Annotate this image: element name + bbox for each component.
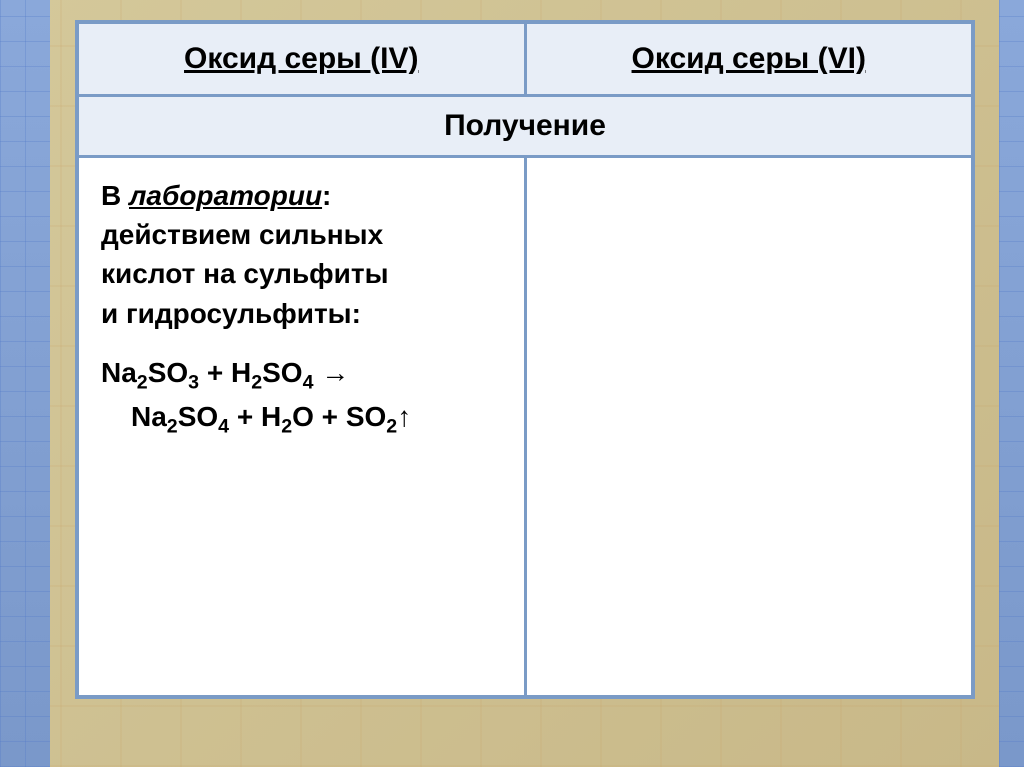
eq-sub3: 3 (188, 371, 199, 393)
header-sulfur-oxide-6: Оксид серы (VI) (525, 22, 973, 96)
eq2-plus1: + H (229, 401, 281, 432)
laboratory-label: лаборатории (129, 180, 322, 211)
eq-sub4: 4 (303, 371, 314, 393)
eq2-sub4: 4 (218, 415, 229, 437)
eq-so: SO (148, 357, 188, 388)
colon: : (322, 180, 331, 211)
eq-sub2b: 2 (251, 371, 262, 393)
eq2-o: O + SO (292, 401, 386, 432)
content-right-cell (525, 157, 973, 697)
lab-intro: В лаборатории: (101, 176, 502, 215)
eq-na: Na (101, 357, 137, 388)
table-content-row: В лаборатории: действием сильных кислот … (77, 157, 973, 697)
chemical-equation-line-1: Na2SO3 + H2SO4 → (101, 353, 502, 397)
in-prefix: В (101, 180, 129, 211)
eq2-sub2: 2 (167, 415, 178, 437)
content-left-cell: В лаборатории: действием сильных кислот … (77, 157, 525, 697)
description-line-1: действием сильных (101, 215, 502, 254)
description-line-2: кислот на сульфиты (101, 254, 502, 293)
eq-arrow: → (314, 357, 350, 388)
table-subheader-row: Получение (77, 96, 973, 157)
chemical-equation-line-2: Na2SO4 + H2O + SO2↑ (101, 397, 502, 441)
eq-sub2: 2 (137, 371, 148, 393)
main-table-container: Оксид серы (IV) Оксид серы (VI) Получени… (75, 20, 975, 699)
subheader-preparation: Получение (77, 96, 973, 157)
eq2-sub2c: 2 (386, 415, 397, 437)
eq-plus1: + H (199, 357, 251, 388)
eq2-na: Na (131, 401, 167, 432)
description-line-3: и гидросульфиты: (101, 294, 502, 333)
right-decoration-stripe (999, 0, 1024, 767)
table-header-row: Оксид серы (IV) Оксид серы (VI) (77, 22, 973, 96)
left-decoration-stripe (0, 0, 50, 767)
eq2-so: SO (178, 401, 218, 432)
comparison-table: Оксид серы (IV) Оксид серы (VI) Получени… (75, 20, 975, 699)
eq-so4: SO (262, 357, 302, 388)
header-sulfur-oxide-4: Оксид серы (IV) (77, 22, 525, 96)
eq2-sub2b: 2 (281, 415, 292, 437)
eq2-up: ↑ (397, 401, 411, 432)
